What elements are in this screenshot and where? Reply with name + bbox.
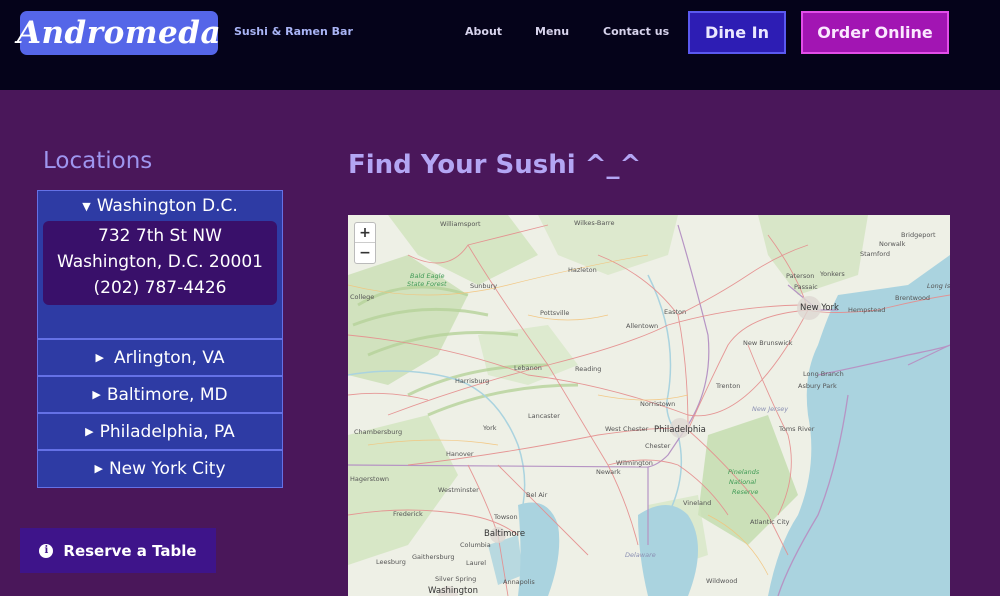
map-label: Bel Air xyxy=(526,491,548,499)
triangle-right-icon: ▶ xyxy=(94,462,103,475)
map-label: Easton xyxy=(664,308,687,316)
triangle-right-icon: ▶ xyxy=(95,351,104,364)
map-label: Columbia xyxy=(460,541,491,549)
map-label: Hagerstown xyxy=(350,475,390,483)
map-label: Chambersburg xyxy=(354,428,403,436)
map-label: College xyxy=(350,293,375,301)
triangle-right-icon: ▶ xyxy=(92,388,101,401)
map-label: Yonkers xyxy=(820,270,845,278)
map-label: Norwalk xyxy=(879,240,906,248)
location-header[interactable]: ▼ Washington D.C. xyxy=(38,191,282,221)
map-label: Hanover xyxy=(446,450,474,458)
map-label: Annapolis xyxy=(503,578,535,586)
brand-logo[interactable]: Andromeda xyxy=(17,11,221,55)
nav-about[interactable]: About xyxy=(465,25,502,38)
map-label: Silver Spring xyxy=(435,575,477,583)
location-washington-dc[interactable]: ▼ Washington D.C. 732 7th St NW Washingt… xyxy=(37,190,283,339)
location-new-york[interactable]: ▶ New York City xyxy=(37,450,283,488)
map-label: Asbury Park xyxy=(798,382,837,390)
address-line-2: Washington, D.C. 20001 xyxy=(57,252,263,272)
map-label: Williamsport xyxy=(440,220,481,228)
map-label: Chester xyxy=(645,442,671,450)
page-title: Find Your Sushi ^_^ xyxy=(348,150,642,180)
locations-heading: Locations xyxy=(43,148,153,174)
map-label: State Forest xyxy=(407,280,447,288)
map-label: Frederick xyxy=(393,510,423,518)
brand-tagline: Sushi & Ramen Bar xyxy=(234,25,353,38)
map-label: Reading xyxy=(575,365,602,373)
map-label: New Brunswick xyxy=(743,339,793,347)
map-label: Vineland xyxy=(683,499,712,507)
info-icon: i xyxy=(39,543,54,558)
reserve-label: Reserve a Table xyxy=(63,541,197,560)
map-label: Passaic xyxy=(794,283,818,291)
map-label: Wilkes-Barre xyxy=(574,219,615,227)
map-label: Pottsville xyxy=(540,309,570,317)
map-label: Stamford xyxy=(860,250,890,258)
location-baltimore[interactable]: ▶ Baltimore, MD xyxy=(37,376,283,413)
reserve-table-button[interactable]: i Reserve a Table xyxy=(20,528,216,573)
map-label: Bald Eagle xyxy=(410,272,445,280)
location-name: Arlington, VA xyxy=(114,347,225,368)
map-label: New York xyxy=(800,303,839,313)
location-name: New York City xyxy=(108,458,226,479)
map-label: Allentown xyxy=(626,322,659,330)
map-label: Towson xyxy=(494,513,518,521)
map-label: Laurel xyxy=(466,559,487,567)
map-label: Lebanon xyxy=(514,364,542,372)
map-label: Wilmington xyxy=(616,459,653,467)
triangle-down-icon: ▼ xyxy=(82,199,91,213)
map-zoom-control: + − xyxy=(354,222,376,264)
map-label: West Chester xyxy=(605,425,649,433)
site-header: Andromeda Sushi & Ramen Bar About Menu C… xyxy=(0,0,1000,90)
location-details: 732 7th St NW Washington, D.C. 20001 (20… xyxy=(43,221,277,305)
map-label: Westminster xyxy=(438,486,479,494)
phone-number[interactable]: (202) 787-4426 xyxy=(43,275,277,301)
zoom-in-button[interactable]: + xyxy=(355,223,375,243)
map-label: York xyxy=(483,424,497,432)
map-label: Pinelands xyxy=(728,468,760,476)
location-name: Baltimore, MD xyxy=(106,384,228,405)
map-label: New Jersey xyxy=(752,405,789,413)
address-line-1: 732 7th St NW xyxy=(98,226,222,246)
map-label: Washington xyxy=(428,586,478,596)
map-label: Philadelphia xyxy=(654,425,706,435)
map-label: Baltimore xyxy=(484,529,526,539)
location-name: Philadelphia, PA xyxy=(99,421,235,442)
map-label: Sunbury xyxy=(470,282,498,290)
map-label: Trenton xyxy=(716,382,741,390)
map-label: Long Branch xyxy=(803,370,844,378)
map-label: Long Island xyxy=(927,282,950,290)
location-philadelphia[interactable]: ▶ Philadelphia, PA xyxy=(37,413,283,450)
map-label: Reserve xyxy=(732,488,759,496)
map-label: National xyxy=(729,478,757,486)
map-label: Leesburg xyxy=(376,558,406,566)
map-label: Gaithersburg xyxy=(412,553,455,561)
map-label: Delaware xyxy=(625,551,656,559)
map-label: Lancaster xyxy=(528,412,560,420)
map-label: Norristown xyxy=(640,400,676,408)
map-label: Brentwood xyxy=(895,294,931,302)
map-label: Paterson xyxy=(786,272,815,280)
map-label: Toms River xyxy=(779,425,815,433)
map-label: Hazleton xyxy=(568,266,597,274)
map-label: Atlantic City xyxy=(750,518,790,526)
map-label: Newark xyxy=(596,468,621,476)
nav-menu[interactable]: Menu xyxy=(535,25,569,38)
location-map[interactable]: + − Williamsport Wilkes-Barre Hazleton C… xyxy=(348,215,950,596)
dine-in-button[interactable]: Dine In xyxy=(688,11,786,54)
map-label: Harrisburg xyxy=(455,377,490,385)
zoom-out-button[interactable]: − xyxy=(355,243,375,263)
nav-contact[interactable]: Contact us xyxy=(603,25,669,38)
map-label: Hempstead xyxy=(848,306,886,314)
location-name: Washington D.C. xyxy=(96,196,238,216)
map-label: Bridgeport xyxy=(901,231,936,239)
location-arlington[interactable]: ▶ Arlington, VA xyxy=(37,339,283,376)
map-label: Wildwood xyxy=(706,577,738,585)
triangle-right-icon: ▶ xyxy=(85,425,94,438)
order-online-button[interactable]: Order Online xyxy=(801,11,949,54)
